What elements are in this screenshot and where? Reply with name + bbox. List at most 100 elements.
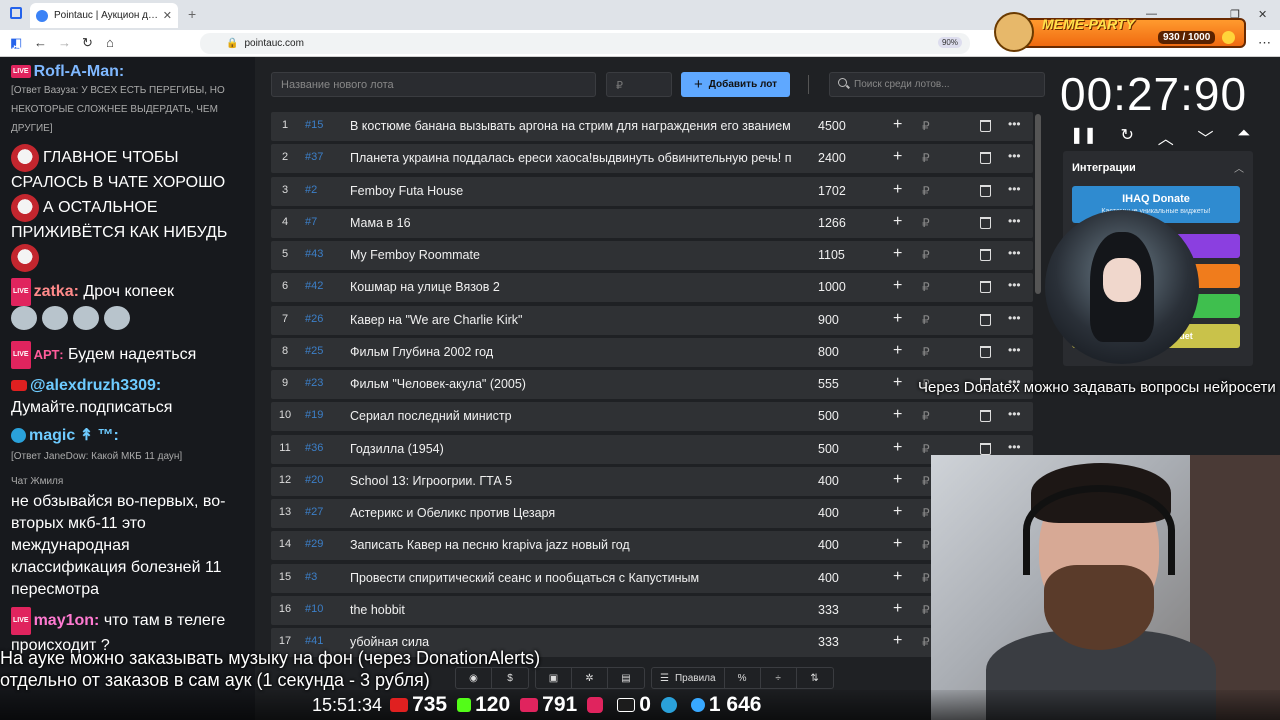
lot-row[interactable]: 6 #42 Кошмар на улице Вязов 2 1000 + ₽ ••• xyxy=(271,273,1033,303)
home-icon[interactable]: ⌂ xyxy=(106,35,114,50)
lot-name[interactable]: Фильм "Человек-акула" (2005) xyxy=(350,377,792,391)
address-bar[interactable]: 🔒 pointauc.com 90% xyxy=(200,33,970,54)
lot-id-link[interactable]: #29 xyxy=(305,538,323,550)
lot-amount[interactable]: 400 xyxy=(818,571,839,585)
lot-id-link[interactable]: #26 xyxy=(305,313,323,325)
lot-amount[interactable]: 333 xyxy=(818,635,839,649)
lot-amount[interactable]: 1266 xyxy=(818,216,846,230)
add-amount-icon[interactable]: + xyxy=(893,342,902,360)
gear-icon[interactable]: ⚙ xyxy=(11,42,23,58)
split-icon[interactable]: ÷ xyxy=(761,668,797,688)
percent-button[interactable]: % xyxy=(725,668,761,688)
lot-name[interactable]: убойная сила xyxy=(350,635,792,649)
lot-row[interactable]: 4 #7 Мама в 16 1266 + ₽ ••• xyxy=(271,208,1033,238)
lot-name[interactable]: Femboy Futa House xyxy=(350,184,792,198)
more-icon[interactable]: ••• xyxy=(1008,407,1021,421)
trash-icon[interactable] xyxy=(980,152,991,165)
zoom-level[interactable]: 90% xyxy=(937,37,962,48)
add-amount-icon[interactable]: + xyxy=(893,181,902,199)
lot-amount[interactable]: 555 xyxy=(818,377,839,391)
add-amount-icon[interactable]: + xyxy=(893,439,902,457)
more-icon[interactable]: ••• xyxy=(1008,440,1021,454)
lot-name[interactable]: Записать Кавер на песню kraрiva jazz нов… xyxy=(350,538,792,552)
lot-id-link[interactable]: #15 xyxy=(305,119,323,131)
trash-icon[interactable] xyxy=(980,249,991,261)
add-amount-icon[interactable]: + xyxy=(893,213,902,231)
lot-name[interactable]: Фильм Глубина 2002 год xyxy=(350,345,792,359)
lot-id-link[interactable]: #23 xyxy=(305,377,323,389)
lot-row[interactable]: 11 #36 Годзилла (1954) 500 + ₽ ••• xyxy=(271,434,1033,464)
add-amount-icon[interactable]: + xyxy=(893,148,902,166)
scrollbar[interactable] xyxy=(1035,114,1041,294)
more-icon[interactable]: ••• xyxy=(1008,246,1021,260)
add-amount-icon[interactable]: + xyxy=(893,568,902,586)
close-tab-icon[interactable]: ✕ xyxy=(163,9,172,22)
lot-row[interactable]: 10 #19 Сериал последний министр 500 + ₽ ••• xyxy=(271,402,1033,432)
trash-icon[interactable] xyxy=(980,442,991,455)
lot-amount[interactable]: 400 xyxy=(818,474,839,488)
lot-name[interactable]: Сериал последний министр xyxy=(350,409,792,423)
lot-name[interactable]: the hobbit xyxy=(350,603,792,617)
close-window-icon[interactable]: ✕ xyxy=(1258,8,1267,21)
add-amount-icon[interactable]: + xyxy=(893,503,902,521)
lot-name[interactable]: В костюме банана вызывать аргона на стри… xyxy=(350,119,792,133)
lot-id-link[interactable]: #42 xyxy=(305,280,323,292)
lot-id-link[interactable]: #36 xyxy=(305,442,323,454)
bug-icon[interactable]: ✲ xyxy=(572,668,608,688)
lot-search-input[interactable]: Поиск среди лотов... xyxy=(829,72,1045,97)
new-lot-name-input[interactable]: Название нового лота xyxy=(271,72,596,97)
add-amount-icon[interactable]: + xyxy=(893,471,902,489)
add-amount-icon[interactable]: + xyxy=(893,310,902,328)
delete-all-icon[interactable]: ▤ xyxy=(608,668,644,688)
forward-icon[interactable]: → xyxy=(58,35,71,50)
rules-button[interactable]: ☰ Правила xyxy=(652,668,725,688)
lot-id-link[interactable]: #43 xyxy=(305,248,323,260)
reset-icon[interactable]: ↻ xyxy=(1121,125,1134,149)
new-tab-icon[interactable]: + xyxy=(188,6,196,22)
lot-row[interactable]: 2 #37 Планета украина поддалась ереси хаос… xyxy=(271,144,1033,174)
add-amount-icon[interactable]: + xyxy=(893,277,902,295)
save-icon[interactable]: ▣ xyxy=(536,668,572,688)
lot-row[interactable]: 16#10the hobbit333+₽••• xyxy=(271,595,1033,625)
dollar-icon[interactable]: $ xyxy=(492,668,528,688)
back-icon[interactable]: ← xyxy=(34,35,47,50)
reload-icon[interactable]: ↻ xyxy=(82,35,93,51)
lot-amount[interactable]: 400 xyxy=(818,506,839,520)
lot-amount[interactable]: 1105 xyxy=(818,248,845,262)
lot-id-link[interactable]: #2 xyxy=(305,184,317,196)
lot-id-link[interactable]: #37 xyxy=(305,151,323,163)
lot-name[interactable]: Провести спиритический сеанс и пообщатьс… xyxy=(350,571,792,585)
add-amount-icon[interactable]: + xyxy=(893,535,902,553)
add-amount-icon[interactable]: + xyxy=(893,406,902,424)
lot-id-link[interactable]: #19 xyxy=(305,409,323,421)
trash-icon[interactable] xyxy=(980,281,991,294)
trash-icon[interactable] xyxy=(980,345,991,358)
more-icon[interactable]: ••• xyxy=(1008,149,1021,163)
lot-name[interactable]: Мама в 16 xyxy=(350,216,792,230)
lot-amount[interactable]: 500 xyxy=(818,442,839,456)
lot-amount[interactable]: 500 xyxy=(818,409,839,423)
trash-icon[interactable] xyxy=(980,410,991,423)
add-amount-icon[interactable]: + xyxy=(893,600,902,618)
lot-id-link[interactable]: #3 xyxy=(305,571,317,583)
sidebar-toggle-icon[interactable] xyxy=(10,7,22,19)
add-amount-icon[interactable]: + xyxy=(893,374,902,392)
double-chevron-up-icon[interactable]: ⏶ xyxy=(1237,125,1250,149)
more-icon[interactable]: ••• xyxy=(1008,343,1021,357)
add-lot-button[interactable]: + Добавить лот xyxy=(681,72,790,97)
lot-id-link[interactable]: #27 xyxy=(305,506,323,518)
lot-name[interactable]: Годзилла (1954) xyxy=(350,442,792,456)
lot-name[interactable]: My Femboy Roommate xyxy=(350,248,792,262)
lot-row[interactable]: 3 #2 Femboy Futa House 1702 + ₽ ••• xyxy=(271,176,1033,206)
github-icon[interactable]: ◉ xyxy=(456,668,492,688)
more-icon[interactable]: ••• xyxy=(1008,117,1021,131)
lot-id-link[interactable]: #41 xyxy=(305,635,323,647)
lot-amount[interactable]: 4500 xyxy=(818,119,846,133)
lot-name[interactable]: Кошмар на улице Вязов 2 xyxy=(350,280,792,294)
lot-row[interactable]: 7 #26 Кавер на "We are Charlie Kirk" 900 + ₽ •… xyxy=(271,305,1033,335)
lot-name[interactable]: Астерикс и Обеликс против Цезаря xyxy=(350,506,792,520)
lot-row[interactable]: 14 #29 Записать Кавер на песню kraрiva jaz… xyxy=(271,531,1033,561)
trash-icon[interactable] xyxy=(980,216,991,229)
pause-icon[interactable]: ❚❚ xyxy=(1070,125,1097,149)
lot-amount[interactable]: 333 xyxy=(818,603,839,617)
